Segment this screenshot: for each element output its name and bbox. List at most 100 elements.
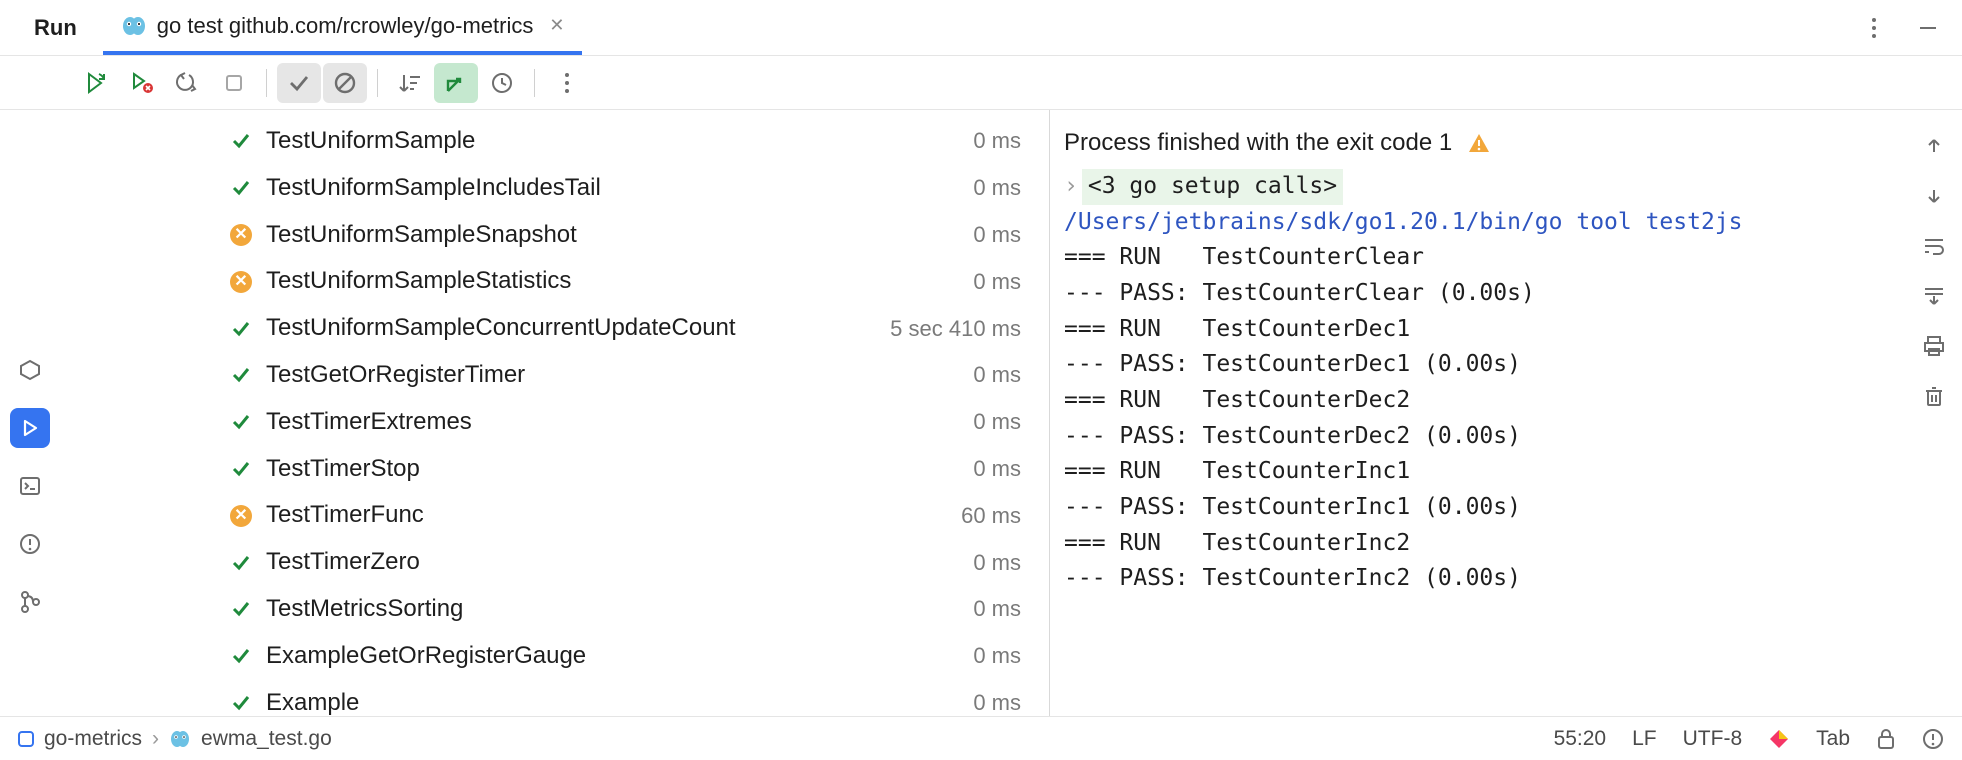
test-history-button[interactable] — [480, 63, 524, 103]
process-exit-line: Process finished with the exit code 1 — [1064, 124, 1896, 161]
test-row[interactable]: TestTimerZero0 ms — [60, 539, 1049, 586]
sort-button[interactable] — [388, 63, 432, 103]
soft-wrap-icon[interactable] — [1920, 232, 1948, 260]
stop-button[interactable] — [212, 63, 256, 103]
run-config-tab[interactable]: go test github.com/rcrowley/go-metrics ✕ — [103, 0, 583, 55]
terminal-tool-icon[interactable] — [10, 466, 50, 506]
expand-all-button[interactable] — [434, 63, 478, 103]
test-name: ExampleGetOrRegisterGauge — [266, 639, 973, 674]
test-row[interactable]: Example0 ms — [60, 680, 1049, 716]
test-row[interactable]: TestTimerExtremes0 ms — [60, 399, 1049, 446]
test-row[interactable]: TestTimerFunc60 ms — [60, 492, 1049, 539]
test-row[interactable]: TestGetOrRegisterTimer0 ms — [60, 352, 1049, 399]
test-duration: 0 ms — [973, 687, 1021, 716]
console-line: --- PASS: TestCounterClear (0.00s) — [1064, 276, 1896, 312]
show-ignored-button[interactable] — [323, 63, 367, 103]
test-tree-panel[interactable]: TestUniformSample0 msTestUniformSampleIn… — [60, 110, 1050, 716]
check-icon — [230, 645, 252, 667]
structure-icon[interactable] — [10, 350, 50, 390]
print-icon[interactable] — [1920, 332, 1948, 360]
test-name: TestUniformSampleStatistics — [266, 264, 973, 299]
test-row[interactable]: TestUniformSample0 ms — [60, 118, 1049, 165]
file-encoding[interactable]: UTF-8 — [1683, 727, 1743, 751]
console-gutter — [1906, 110, 1962, 716]
cursor-position[interactable]: 55:20 — [1554, 727, 1607, 751]
test-row[interactable]: TestTimerStop0 ms — [60, 446, 1049, 493]
readonly-icon[interactable] — [1876, 728, 1896, 750]
setup-calls-fold[interactable]: <3 go setup calls> — [1082, 169, 1343, 205]
console-line: === RUN TestCounterClear — [1064, 240, 1896, 276]
scroll-down-icon[interactable] — [1920, 182, 1948, 210]
gopher-icon — [169, 730, 191, 748]
warn-icon — [230, 271, 252, 293]
show-passed-button[interactable] — [277, 63, 321, 103]
console-panel: Process finished with the exit code 1 › … — [1050, 110, 1962, 716]
test-duration: 0 ms — [973, 453, 1021, 485]
test-row[interactable]: TestMetricsSorting0 ms — [60, 586, 1049, 633]
check-icon — [230, 598, 252, 620]
warning-icon — [1468, 133, 1490, 153]
console-line: === RUN TestCounterInc1 — [1064, 454, 1896, 490]
test-name: TestTimerStop — [266, 452, 973, 487]
console-line: === RUN TestCounterInc2 — [1064, 526, 1896, 562]
test-row[interactable]: TestUniformSampleStatistics0 ms — [60, 258, 1049, 305]
test-name: TestUniformSampleIncludesTail — [266, 171, 973, 206]
test-name: TestMetricsSorting — [266, 592, 973, 627]
test-duration: 0 ms — [973, 359, 1021, 391]
check-icon — [230, 692, 252, 714]
run-config-tab-title: go test github.com/rcrowley/go-metrics — [157, 13, 534, 39]
problems-tool-icon[interactable] — [10, 524, 50, 564]
test-duration: 60 ms — [961, 500, 1021, 532]
test-duration: 0 ms — [973, 219, 1021, 251]
breadcrumb[interactable]: go-metrics › ewma_test.go — [18, 727, 332, 751]
console-line: --- PASS: TestCounterInc2 (0.00s) — [1064, 561, 1896, 597]
test-duration: 0 ms — [973, 125, 1021, 157]
run-tabbar: Run go test github.com/rcrowley/go-metri… — [0, 0, 1962, 56]
close-icon[interactable]: ✕ — [549, 15, 564, 36]
test-row[interactable]: ExampleGetOrRegisterGauge0 ms — [60, 633, 1049, 680]
test-name: TestTimerFunc — [266, 498, 961, 533]
more-icon[interactable] — [1860, 14, 1888, 42]
status-bar: go-metrics › ewma_test.go 55:20 LF UTF-8… — [0, 716, 1962, 760]
console-line: --- PASS: TestCounterDec1 (0.00s) — [1064, 347, 1896, 383]
test-name: Example — [266, 686, 973, 716]
test-row[interactable]: TestUniformSampleIncludesTail0 ms — [60, 165, 1049, 212]
crumb-project: go-metrics — [44, 727, 142, 751]
scroll-up-icon[interactable] — [1920, 132, 1948, 160]
rerun-failed-button[interactable] — [120, 63, 164, 103]
inspection-icon[interactable] — [1922, 728, 1944, 750]
vcs-tool-icon[interactable] — [10, 582, 50, 622]
module-icon — [18, 731, 34, 747]
test-row[interactable]: TestUniformSampleSnapshot0 ms — [60, 212, 1049, 259]
check-icon — [230, 458, 252, 480]
minimize-icon[interactable] — [1914, 14, 1942, 42]
ide-logo-icon[interactable] — [1768, 728, 1790, 750]
warn-icon — [230, 224, 252, 246]
check-icon — [230, 552, 252, 574]
test-name: TestUniformSampleSnapshot — [266, 218, 973, 253]
line-separator[interactable]: LF — [1632, 727, 1657, 751]
crumb-file: ewma_test.go — [201, 727, 332, 751]
toolbar-more-button[interactable] — [545, 63, 589, 103]
test-duration: 0 ms — [973, 593, 1021, 625]
console-line: --- PASS: TestCounterInc1 (0.00s) — [1064, 490, 1896, 526]
test-duration: 0 ms — [973, 547, 1021, 579]
clear-all-icon[interactable] — [1920, 382, 1948, 410]
chevron-right-icon: › — [152, 727, 159, 751]
check-icon — [230, 411, 252, 433]
scroll-to-end-icon[interactable] — [1920, 282, 1948, 310]
run-tool-icon[interactable] — [10, 408, 50, 448]
rerun-button[interactable] — [74, 63, 118, 103]
check-icon — [230, 177, 252, 199]
console-line: --- PASS: TestCounterDec2 (0.00s) — [1064, 419, 1896, 455]
fold-caret-icon[interactable]: › — [1064, 169, 1078, 205]
gopher-icon — [121, 15, 147, 37]
toggle-auto-test-button[interactable] — [166, 63, 210, 103]
check-icon — [230, 318, 252, 340]
indent-setting[interactable]: Tab — [1816, 727, 1850, 751]
test-row[interactable]: TestUniformSampleConcurrentUpdateCount5 … — [60, 305, 1049, 352]
test-name: TestTimerZero — [266, 545, 973, 580]
warn-icon — [230, 505, 252, 527]
test-duration: 0 ms — [973, 640, 1021, 672]
console-line: === RUN TestCounterDec2 — [1064, 383, 1896, 419]
